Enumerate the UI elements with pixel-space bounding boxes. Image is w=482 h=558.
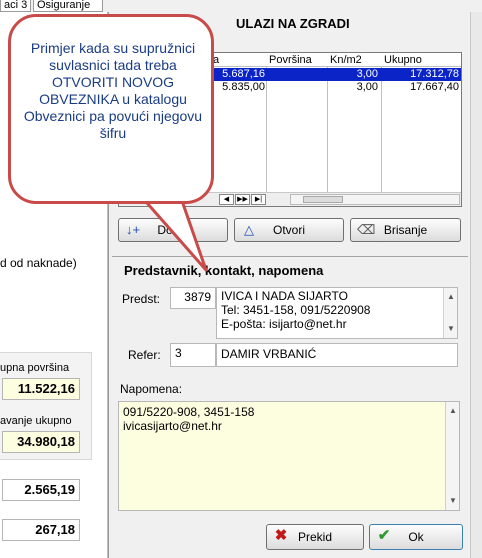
section-title: Predstavnik, kontakt, napomena [124, 263, 324, 278]
col-header-ukupno[interactable]: Ukupno [384, 54, 422, 66]
otvori-label: Otvori [272, 223, 305, 237]
cell-knm2: 3,00 [356, 81, 378, 93]
prekid-label: Prekid [297, 530, 332, 544]
brisanje-label: Brisanje [383, 223, 428, 237]
divider [112, 256, 468, 257]
dodaj-button[interactable]: ↓+ Dodaj [118, 218, 228, 242]
predst-label: Predst: [122, 292, 161, 306]
nav-last-icon[interactable]: ▶| [251, 194, 266, 205]
ok-label: Ok [408, 530, 424, 544]
value-ukupno: 34.980,18 [2, 431, 80, 453]
napomena-scrollbar[interactable]: ▲ ▼ [445, 402, 459, 510]
predst-code-input[interactable]: 3879 [170, 287, 216, 309]
grid-hscroll[interactable] [290, 194, 460, 205]
label-ukupno: avanje ukupno [0, 415, 72, 427]
value-povrsina: 11.522,16 [2, 378, 80, 400]
brisanje-button[interactable]: ⌫ Brisanje [350, 218, 461, 242]
cell-povrsina: 5.835,00 [222, 81, 265, 93]
checkmark-icon: ✔ [377, 527, 391, 544]
tab-osiguranje[interactable]: Osiguranje [33, 0, 103, 12]
callout-text: Primjer kada su supružnici suvlasnici ta… [23, 40, 203, 141]
napomena-memo[interactable]: 091/5220-908, 3451-158 ivicasijarto@net.… [118, 401, 460, 511]
predst-line: E-pošta: isijarto@net.hr [221, 317, 347, 331]
refer-code-input[interactable]: 3 [170, 343, 216, 367]
value-field-3: 2.565,19 [2, 479, 80, 501]
naknade-label: d od naknade) [0, 256, 77, 270]
cell-ukupno: 17.312,78 [410, 68, 459, 80]
label-povrsina: upna površina [0, 362, 70, 374]
scroll-down-icon[interactable]: ▼ [447, 322, 455, 336]
open-triangle-icon: △ [244, 222, 254, 237]
hscroll-thumb[interactable] [303, 196, 343, 203]
predst-line: Tel: 3451-158, 091/5220908 [221, 303, 371, 317]
napomena-line: ivicasijarto@net.hr [123, 419, 222, 433]
predst-scrollbar[interactable]: ▲ ▼ [443, 288, 457, 338]
nav-prev-icon[interactable]: ◀ [219, 194, 234, 205]
tab-strip: aci 3 Osiguranje [0, 0, 482, 12]
predst-info-memo[interactable]: IVICA I NADA SIJARTO Tel: 3451-158, 091/… [216, 287, 458, 339]
napomena-line: 091/5220-908, 3451-158 [123, 405, 255, 419]
scroll-up-icon[interactable]: ▲ [449, 404, 457, 418]
add-icon: ↓+ [125, 222, 141, 237]
col-header-povrsina[interactable]: Površina [269, 54, 312, 66]
cell-knm2: 3,00 [356, 68, 378, 80]
value-field-4: 267,18 [2, 519, 80, 541]
scroll-down-icon[interactable]: ▼ [449, 494, 457, 508]
tab-aci3[interactable]: aci 3 [0, 0, 31, 12]
scroll-up-icon[interactable]: ▲ [447, 290, 455, 304]
predst-line: IVICA I NADA SIJARTO [221, 289, 348, 303]
napomena-label: Napomena: [120, 382, 183, 396]
nav-next-icon[interactable]: ▶▶ [235, 194, 250, 205]
col-header-knm2[interactable]: Kn/m2 [330, 54, 362, 66]
refer-name-input[interactable]: DAMIR VRBANIĆ [216, 343, 458, 367]
ok-button[interactable]: ✔ Ok [369, 524, 463, 550]
prekid-button[interactable]: ✖ Prekid [266, 524, 364, 550]
window-scrollbar[interactable] [470, 12, 482, 558]
ulazi-title: ULAZI NA ZGRADI [236, 16, 350, 31]
cell-ukupno: 17.667,40 [410, 81, 459, 93]
cancel-x-icon: ✖ [274, 527, 288, 544]
cell-povrsina: 5.687,16 [222, 68, 265, 80]
otvori-button[interactable]: △ Otvori [234, 218, 344, 242]
refer-label: Refer: [128, 348, 161, 362]
eraser-icon: ⌫ [357, 222, 376, 237]
dodaj-label: Dodaj [157, 223, 189, 237]
